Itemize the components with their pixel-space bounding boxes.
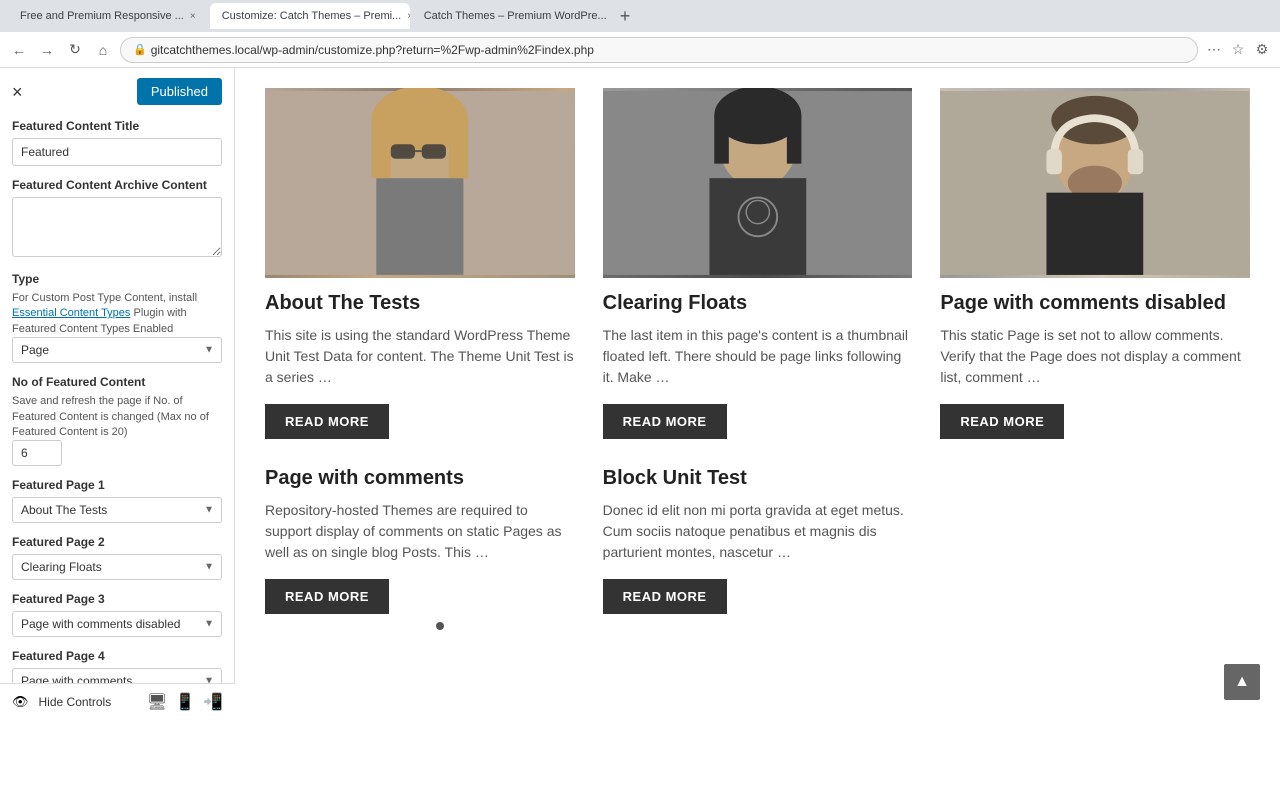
featured-page-2-label: Featured Page 2: [12, 535, 222, 549]
published-button[interactable]: Published: [137, 78, 222, 105]
hide-controls-label: Hide Controls: [39, 695, 112, 709]
featured-page-3-wrapper: Page with comments disabled ▼: [12, 611, 222, 637]
featured-archive-textarea[interactable]: [12, 197, 222, 257]
footer-icons: 🖥 📱 📲: [147, 692, 223, 712]
post-5-read-more[interactable]: READ MORE: [603, 579, 727, 614]
new-tab-button[interactable]: +: [614, 6, 637, 27]
post-1-excerpt: This site is using the standard WordPres…: [265, 325, 575, 388]
post-2-image: [603, 88, 913, 278]
featured-page-2-select[interactable]: Clearing Floats: [12, 554, 222, 580]
post-3-excerpt: This static Page is set not to allow com…: [940, 325, 1250, 388]
home-button[interactable]: ⌂: [92, 39, 114, 61]
post-5-title: Block Unit Test: [603, 467, 913, 490]
featured-content-title-input[interactable]: [12, 138, 222, 166]
tab-2-close[interactable]: ×: [407, 11, 409, 22]
url-text: gitcatchthemes.local/wp-admin/customize.…: [151, 43, 594, 57]
tab-2-label: Customize: Catch Themes – Premi...: [222, 10, 402, 22]
settings-icon[interactable]: ⚙: [1252, 40, 1272, 60]
bookmark-icon[interactable]: ☆: [1228, 40, 1248, 60]
featured-page-3-label: Featured Page 3: [12, 592, 222, 606]
type-label: Type: [12, 272, 222, 286]
post-card-5: Block Unit Test Donec id elit non mi por…: [603, 467, 913, 614]
type-select-wrapper: Page Post Category ▼: [12, 337, 222, 363]
close-button[interactable]: ×: [12, 83, 23, 101]
post-2-title: Clearing Floats: [603, 292, 913, 315]
post-card-2: Clearing Floats The last item in this pa…: [603, 88, 913, 439]
post-2-excerpt: The last item in this page's content is …: [603, 325, 913, 388]
post-3-read-more[interactable]: READ MORE: [940, 404, 1064, 439]
tab-1-close[interactable]: ×: [190, 11, 196, 22]
post-1-image: [265, 88, 575, 278]
back-button[interactable]: ←: [8, 39, 30, 61]
type-select[interactable]: Page Post Category: [12, 337, 222, 363]
featured-page-4-label: Featured Page 4: [12, 649, 222, 663]
featured-content-title-label: Featured Content Title: [12, 119, 222, 133]
posts-grid: About The Tests This site is using the s…: [265, 88, 1250, 614]
browser-chrome: Free and Premium Responsive ... × Custom…: [0, 0, 1280, 68]
post-3-image: [940, 88, 1250, 278]
sidebar-footer: 👁 Hide Controls 🖥 📱 📲: [0, 683, 235, 720]
tab-3[interactable]: Catch Themes – Premium WordPre... ×: [412, 3, 612, 29]
forward-button[interactable]: →: [36, 39, 58, 61]
sidebar: × Published Featured Content Title Featu…: [0, 68, 235, 720]
nav-icons: ⋯ ☆ ⚙: [1204, 40, 1272, 60]
reload-button[interactable]: ↻: [64, 39, 86, 61]
hide-controls-toggle[interactable]: 👁: [12, 694, 29, 710]
post-1-title: About The Tests: [265, 292, 575, 315]
tab-1[interactable]: Free and Premium Responsive ... ×: [8, 3, 208, 29]
nav-bar: ← → ↻ ⌂ 🔒 gitcatchthemes.local/wp-admin/…: [0, 32, 1280, 68]
no-featured-note: Save and refresh the page if No. of Feat…: [12, 394, 222, 440]
post-card-3: Page with comments disabled This static …: [940, 88, 1250, 439]
featured-page-1-wrapper: About The Tests ▼: [12, 497, 222, 523]
extensions-icon[interactable]: ⋯: [1204, 40, 1224, 60]
post-5-excerpt: Donec id elit non mi porta gravida at eg…: [603, 500, 913, 563]
post-1-read-more[interactable]: READ MORE: [265, 404, 389, 439]
post-4-title: Page with comments: [265, 467, 575, 490]
tablet-view-icon[interactable]: 📱: [175, 692, 195, 712]
post-3-title: Page with comments disabled: [940, 292, 1250, 315]
content-area: About The Tests This site is using the s…: [235, 68, 1280, 720]
desktop-view-icon[interactable]: 🖥: [147, 692, 167, 712]
no-featured-label: No of Featured Content: [12, 375, 222, 389]
post-card-1: About The Tests This site is using the s…: [265, 88, 575, 439]
featured-page-3-select[interactable]: Page with comments disabled: [12, 611, 222, 637]
scroll-top-button[interactable]: ▲: [1224, 664, 1260, 700]
no-featured-input[interactable]: [12, 440, 62, 466]
featured-page-2-wrapper: Clearing Floats ▼: [12, 554, 222, 580]
post-card-6: [940, 467, 1250, 614]
sidebar-top-bar: × Published: [12, 78, 222, 105]
tab-3-label: Catch Themes – Premium WordPre...: [424, 10, 607, 22]
mobile-view-icon[interactable]: 📲: [203, 692, 223, 712]
tab-2[interactable]: Customize: Catch Themes – Premi... ×: [210, 3, 410, 29]
featured-page-1-label: Featured Page 1: [12, 478, 222, 492]
tab-1-label: Free and Premium Responsive ...: [20, 10, 184, 22]
post-card-4: Page with comments Repository-hosted The…: [265, 467, 575, 614]
essential-content-types-link[interactable]: Essential Content Types: [12, 307, 130, 319]
post-4-excerpt: Repository-hosted Themes are required to…: [265, 500, 575, 563]
no-featured-input-wrapper: [12, 440, 222, 466]
featured-page-1-select[interactable]: About The Tests: [12, 497, 222, 523]
tab-bar: Free and Premium Responsive ... × Custom…: [0, 0, 1280, 32]
featured-archive-label: Featured Content Archive Content: [12, 178, 222, 192]
type-note: For Custom Post Type Content, install Es…: [12, 291, 222, 337]
post-4-read-more[interactable]: READ MORE: [265, 579, 389, 614]
main-wrapper: × Published Featured Content Title Featu…: [0, 68, 1280, 788]
url-bar[interactable]: 🔒 gitcatchthemes.local/wp-admin/customiz…: [120, 37, 1198, 63]
post-2-read-more[interactable]: READ MORE: [603, 404, 727, 439]
